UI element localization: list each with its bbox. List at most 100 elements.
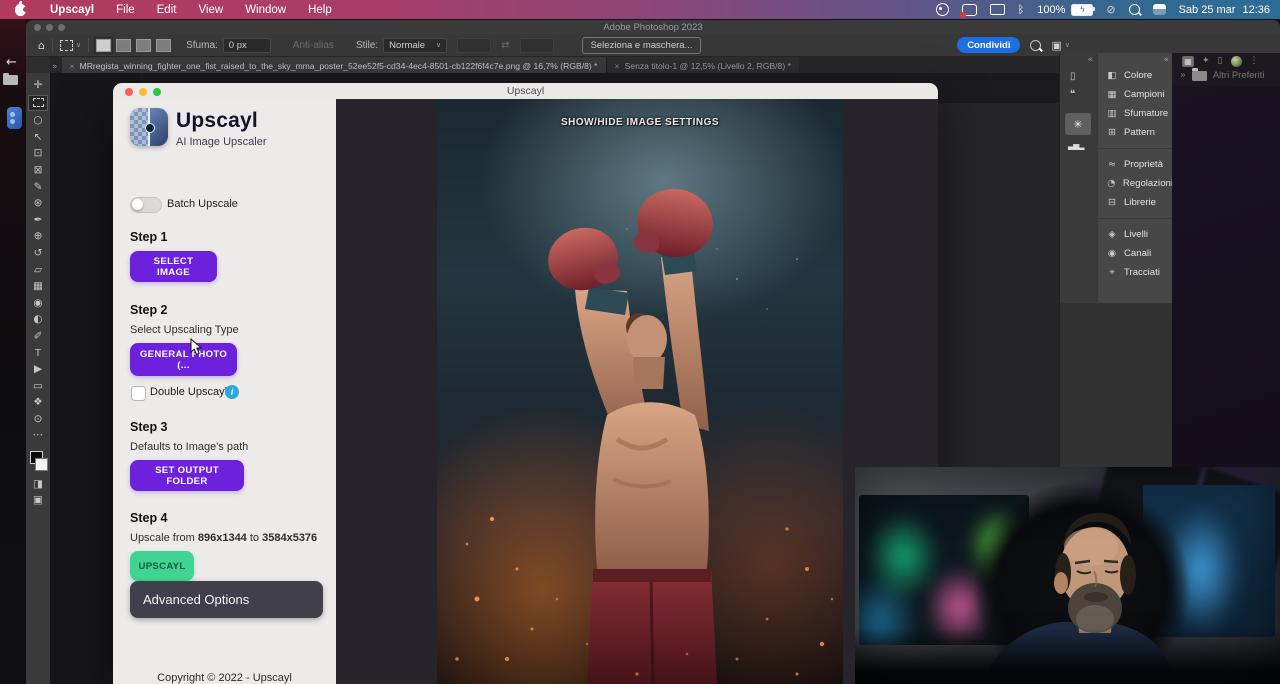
preview-image-boxer[interactable]: SHOW/HIDE IMAGE SETTINGS xyxy=(437,99,843,684)
panel-item-colore[interactable]: ◧Colore xyxy=(1098,66,1173,85)
panel-item-pattern[interactable]: ⊞Pattern xyxy=(1098,123,1173,142)
screen-mode-icon[interactable]: ▣ xyxy=(29,494,47,506)
hand-tool-icon[interactable]: ❖ xyxy=(29,396,47,408)
eyedropper-tool-icon[interactable]: ✎ xyxy=(29,181,47,193)
menu-view[interactable]: View xyxy=(198,4,223,16)
upscayl-button[interactable]: UPSCAYL xyxy=(130,551,194,581)
app-icon-fragment[interactable] xyxy=(7,107,22,129)
more-options-icon[interactable]: ⋮ xyxy=(1250,56,1259,66)
device-preview-icon[interactable]: ▯ xyxy=(1070,71,1076,82)
gradient-tool-icon[interactable]: ▦ xyxy=(29,280,47,292)
home-icon[interactable]: ⌂ xyxy=(38,39,45,52)
selection-add-icon[interactable] xyxy=(116,39,131,52)
shape-tool-icon[interactable]: ▭ xyxy=(29,380,47,392)
bluetooth-icon[interactable]: ᛒ xyxy=(1018,3,1025,16)
mouse-cursor xyxy=(190,338,204,356)
batch-upscale-toggle[interactable] xyxy=(130,197,162,213)
panel-item-proprieta[interactable]: ≈Proprietà xyxy=(1098,148,1173,174)
star-icon[interactable]: ✦ xyxy=(1202,56,1210,66)
select-and-mask-button[interactable]: Seleziona e maschera... xyxy=(582,37,702,54)
upscayl-titlebar[interactable]: Upscayl xyxy=(113,83,938,100)
menu-help[interactable]: Help xyxy=(308,4,332,16)
eraser-tool-icon[interactable]: ▱ xyxy=(29,264,47,276)
apple-menu-icon[interactable] xyxy=(15,4,26,16)
type-tool-icon[interactable]: T xyxy=(29,347,47,359)
control-center-icon[interactable] xyxy=(1153,4,1166,15)
move-tool-icon[interactable]: ✛ xyxy=(29,79,47,91)
tab-overflow-icon[interactable]: » xyxy=(52,62,58,72)
muted-icon[interactable]: ⊘ xyxy=(1106,3,1115,16)
active-panel-tile[interactable]: ✳ xyxy=(1065,113,1091,135)
lasso-tool-icon[interactable]: ○ xyxy=(29,114,47,126)
selection-new-icon[interactable] xyxy=(96,39,111,52)
object-selection-tool-icon[interactable]: ↖ xyxy=(29,131,47,143)
vignette xyxy=(855,467,1280,684)
library-hint-label: Altri Preferiti xyxy=(1213,70,1265,81)
brush-tool-icon[interactable]: ✒ xyxy=(29,214,47,226)
close-tab-icon[interactable]: × xyxy=(615,61,620,71)
background-color-swatch[interactable] xyxy=(35,458,48,471)
panel-item-tracciati[interactable]: ⌖Tracciati xyxy=(1098,263,1173,282)
upscayl-sidebar: Upscayl AI Image Upscaler Batch Upscale … xyxy=(113,99,336,684)
menu-file[interactable]: File xyxy=(116,4,135,16)
show-hide-settings-label[interactable]: SHOW/HIDE IMAGE SETTINGS xyxy=(437,117,843,128)
blur-tool-icon[interactable]: ◉ xyxy=(29,297,47,309)
menu-edit[interactable]: Edit xyxy=(157,4,177,16)
menubar-date[interactable]: Sab 25 mar xyxy=(1179,4,1236,16)
select-image-button[interactable]: SELECT IMAGE xyxy=(130,251,217,282)
healing-brush-tool-icon[interactable]: ⊛ xyxy=(29,197,47,209)
card-view-icon[interactable]: ▯ xyxy=(1218,56,1223,66)
marquee-tool-icon[interactable] xyxy=(29,96,47,110)
panel-item-canali[interactable]: ◉Canali xyxy=(1098,244,1173,263)
zoom-tool-icon[interactable]: ⊙ xyxy=(29,413,47,425)
pen-tool-icon[interactable]: ✐ xyxy=(29,330,47,342)
folder-icon[interactable] xyxy=(3,75,18,85)
quick-mask-icon[interactable]: ◨ xyxy=(29,478,47,490)
advanced-options-panel[interactable]: Advanced Options xyxy=(130,581,323,618)
grid-view-icon[interactable]: ▦ xyxy=(1182,56,1194,67)
menubar-clock[interactable]: 12:36 xyxy=(1242,4,1270,16)
close-tab-icon[interactable]: × xyxy=(70,61,75,71)
slice-tool-icon[interactable]: ⊠ xyxy=(29,164,47,176)
info-icon[interactable]: i xyxy=(225,385,239,399)
double-upscayl-checkbox[interactable] xyxy=(131,386,146,401)
selection-subtract-icon[interactable] xyxy=(136,39,151,52)
chevron-down-icon[interactable]: ∨ xyxy=(76,41,81,49)
account-avatar[interactable] xyxy=(1231,56,1242,67)
dodge-tool-icon[interactable]: ◐ xyxy=(29,313,47,325)
path-selection-tool-icon[interactable]: ▶ xyxy=(29,363,47,375)
share-button[interactable]: Condividi xyxy=(957,37,1020,53)
screen-recorder-icon[interactable] xyxy=(962,4,977,16)
color-swatches[interactable] xyxy=(29,449,47,473)
more-tools-icon[interactable]: ⋯ xyxy=(29,429,47,441)
collapse-panels-icon[interactable]: « xyxy=(1163,55,1169,65)
panel-item-livelli[interactable]: ◈Livelli xyxy=(1098,218,1173,244)
marquee-preset-icon[interactable] xyxy=(60,40,73,51)
selection-intersect-icon[interactable] xyxy=(156,39,171,52)
back-arrow-icon[interactable]: ← xyxy=(6,55,17,70)
model-select-button[interactable]: GENERAL PHOTO (... xyxy=(130,343,237,376)
crop-tool-icon[interactable]: ⊡ xyxy=(29,147,47,159)
expand-icon[interactable]: » xyxy=(1180,70,1186,81)
collapse-panels-icon[interactable]: « xyxy=(1060,55,1097,65)
clone-stamp-tool-icon[interactable]: ⊕ xyxy=(29,230,47,242)
panel-item-librerie[interactable]: ⊟Librerie xyxy=(1098,193,1173,212)
panel-item-sfumature[interactable]: ▥Sfumature xyxy=(1098,104,1173,123)
photoshop-toolbar: ✛ ○ ↖ ⊡ ⊠ ✎ ⊛ ✒ ⊕ ↺ ▱ ▦ ◉ ◐ ✐ T ▶ ▭ ❖ ⊙ … xyxy=(26,73,51,684)
panel-item-campioni[interactable]: ▦Campioni xyxy=(1098,85,1173,104)
comments-icon[interactable]: ❝ xyxy=(1070,89,1075,100)
search-icon[interactable] xyxy=(1030,40,1041,51)
set-output-folder-button[interactable]: SET OUTPUT FOLDER xyxy=(130,460,244,491)
menu-window[interactable]: Window xyxy=(245,4,286,16)
panel-item-regolazioni[interactable]: ◔Regolazioni xyxy=(1098,174,1173,193)
menu-app-name[interactable]: Upscayl xyxy=(50,4,94,16)
record-status-icon[interactable] xyxy=(936,3,949,16)
style-select[interactable]: Normale ∨ xyxy=(383,38,447,53)
history-brush-tool-icon[interactable]: ↺ xyxy=(29,247,47,259)
display-icon[interactable] xyxy=(990,4,1005,15)
library-folder-icon[interactable] xyxy=(1192,71,1207,81)
feather-input[interactable]: 0 px xyxy=(223,38,271,53)
histogram-icon[interactable]: ▃▅▂ xyxy=(1068,141,1083,150)
workspace-icon[interactable]: ▣ xyxy=(1051,39,1061,52)
spotlight-search-icon[interactable] xyxy=(1129,4,1140,15)
